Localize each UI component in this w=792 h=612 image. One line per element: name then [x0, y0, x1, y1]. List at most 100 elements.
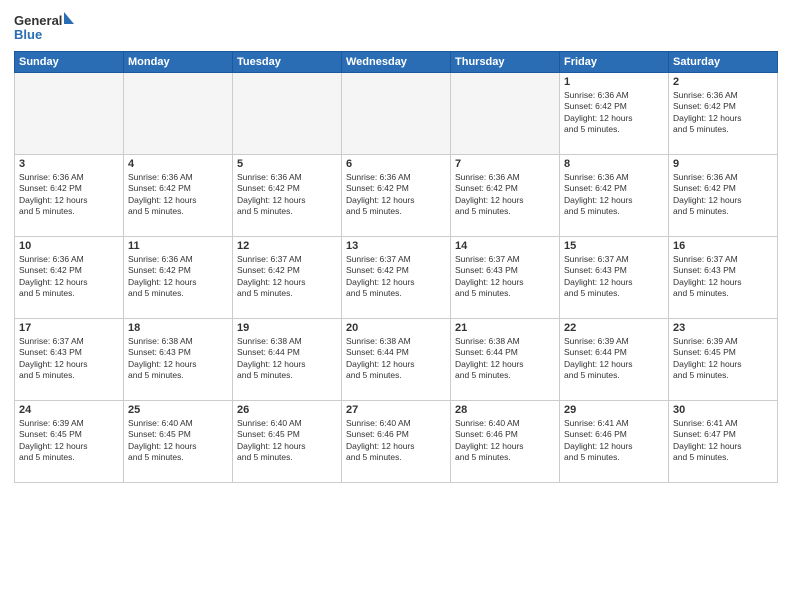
day-cell: 20Sunrise: 6:38 AM Sunset: 6:44 PM Dayli… [342, 319, 451, 401]
day-cell: 11 Sunrise: 6:36 AM Sunset: 6:42 PM Dayli… [124, 237, 233, 319]
day-number: 21 [455, 322, 555, 334]
day-number: 12 [237, 240, 337, 252]
col-header-saturday: Saturday [669, 52, 778, 73]
day-info: Sunrise: 6:37 AM Sunset: 6:43 PM Dayligh… [564, 254, 664, 300]
day-cell: 10 Sunrise: 6:36 AM Sunset: 6:42 PM Dayli… [15, 237, 124, 319]
day-number: 28 [455, 404, 555, 416]
col-header-wednesday: Wednesday [342, 52, 451, 73]
day-info: Sunrise: 6:37 AM Sunset: 6:42 PM Dayligh… [237, 254, 337, 300]
day-cell: 16 Sunrise: 6:37 AM Sunset: 6:43 PM Dayli… [669, 237, 778, 319]
week-row-2: 3 Sunrise: 6:36 AM Sunset: 6:42 PM Daylig… [15, 155, 778, 237]
day-info: Sunrise: 6:36 AM Sunset: 6:42 PM Dayligh… [128, 172, 228, 218]
day-number: 26 [237, 404, 337, 416]
day-info: Sunrise: 6:37 AM Sunset: 6:42 PM Dayligh… [346, 254, 446, 300]
day-cell: 28 Sunrise: 6:40 AM Sunset: 6:46 PM Dayli… [451, 401, 560, 483]
day-cell: 26 Sunrise: 6:40 AM Sunset: 6:45 PM Dayli… [233, 401, 342, 483]
day-cell: 12 Sunrise: 6:37 AM Sunset: 6:42 PM Dayli… [233, 237, 342, 319]
day-number: 24 [19, 404, 119, 416]
logo-svg: GeneralBlue [14, 10, 74, 45]
day-info: Sunrise: 6:39 AM Sunset: 6:45 PM Dayligh… [673, 336, 773, 382]
day-info: Sunrise: 6:36 AM Sunset: 6:42 PM Dayligh… [19, 172, 119, 218]
day-cell: 24Sunrise: 6:39 AM Sunset: 6:45 PM Dayli… [15, 401, 124, 483]
day-info: Sunrise: 6:37 AM Sunset: 6:43 PM Dayligh… [455, 254, 555, 300]
day-info: Sunrise: 6:40 AM Sunset: 6:46 PM Dayligh… [346, 418, 446, 464]
day-info: Sunrise: 6:38 AM Sunset: 6:44 PM Dayligh… [237, 336, 337, 382]
col-header-tuesday: Tuesday [233, 52, 342, 73]
day-number: 1 [564, 76, 664, 88]
day-cell: 22 Sunrise: 6:39 AM Sunset: 6:44 PM Dayli… [560, 319, 669, 401]
day-number: 5 [237, 158, 337, 170]
day-number: 27 [346, 404, 446, 416]
calendar-header-row: SundayMondayTuesdayWednesdayThursdayFrid… [15, 52, 778, 73]
week-row-1: 1 Sunrise: 6:36 AM Sunset: 6:42 PM Daylig… [15, 73, 778, 155]
day-cell: 30 Sunrise: 6:41 AM Sunset: 6:47 PM Dayli… [669, 401, 778, 483]
day-cell: 6 Sunrise: 6:36 AM Sunset: 6:42 PM Daylig… [342, 155, 451, 237]
day-cell [124, 73, 233, 155]
day-number: 10 [19, 240, 119, 252]
day-number: 17 [19, 322, 119, 334]
day-cell: 29 Sunrise: 6:41 AM Sunset: 6:46 PM Dayli… [560, 401, 669, 483]
day-cell: 23 Sunrise: 6:39 AM Sunset: 6:45 PM Dayli… [669, 319, 778, 401]
day-cell: 2 Sunrise: 6:36 AM Sunset: 6:42 PM Daylig… [669, 73, 778, 155]
page-header: GeneralBlue [14, 10, 778, 45]
day-cell: 1 Sunrise: 6:36 AM Sunset: 6:42 PM Daylig… [560, 73, 669, 155]
day-number: 3 [19, 158, 119, 170]
day-number: 11 [128, 240, 228, 252]
day-info: Sunrise: 6:40 AM Sunset: 6:46 PM Dayligh… [455, 418, 555, 464]
day-number: 6 [346, 158, 446, 170]
day-number: 8 [564, 158, 664, 170]
day-info: Sunrise: 6:36 AM Sunset: 6:42 PM Dayligh… [19, 254, 119, 300]
day-info: Sunrise: 6:37 AM Sunset: 6:43 PM Dayligh… [673, 254, 773, 300]
day-cell: 9Sunrise: 6:36 AM Sunset: 6:42 PM Daylig… [669, 155, 778, 237]
week-row-3: 10 Sunrise: 6:36 AM Sunset: 6:42 PM Dayli… [15, 237, 778, 319]
day-cell: 18Sunrise: 6:38 AM Sunset: 6:43 PM Dayli… [124, 319, 233, 401]
calendar-table: SundayMondayTuesdayWednesdayThursdayFrid… [14, 51, 778, 483]
day-info: Sunrise: 6:40 AM Sunset: 6:45 PM Dayligh… [237, 418, 337, 464]
day-cell: 27 Sunrise: 6:40 AM Sunset: 6:46 PM Dayli… [342, 401, 451, 483]
day-info: Sunrise: 6:36 AM Sunset: 6:42 PM Dayligh… [564, 90, 664, 136]
day-info: Sunrise: 6:36 AM Sunset: 6:42 PM Dayligh… [128, 254, 228, 300]
day-number: 9 [673, 158, 773, 170]
day-cell: 14 Sunrise: 6:37 AM Sunset: 6:43 PM Dayli… [451, 237, 560, 319]
day-info: Sunrise: 6:36 AM Sunset: 6:42 PM Dayligh… [564, 172, 664, 218]
day-cell: 19Sunrise: 6:38 AM Sunset: 6:44 PM Dayli… [233, 319, 342, 401]
day-info: Sunrise: 6:38 AM Sunset: 6:44 PM Dayligh… [455, 336, 555, 382]
day-cell [342, 73, 451, 155]
day-number: 18 [128, 322, 228, 334]
day-cell [233, 73, 342, 155]
logo: GeneralBlue [14, 10, 74, 45]
day-info: Sunrise: 6:39 AM Sunset: 6:44 PM Dayligh… [564, 336, 664, 382]
day-number: 22 [564, 322, 664, 334]
day-cell: 7Sunrise: 6:36 AM Sunset: 6:42 PM Daylig… [451, 155, 560, 237]
day-number: 13 [346, 240, 446, 252]
day-info: Sunrise: 6:36 AM Sunset: 6:42 PM Dayligh… [237, 172, 337, 218]
day-number: 30 [673, 404, 773, 416]
day-cell [451, 73, 560, 155]
day-number: 29 [564, 404, 664, 416]
day-cell: 5 Sunrise: 6:36 AM Sunset: 6:42 PM Daylig… [233, 155, 342, 237]
day-cell: 15 Sunrise: 6:37 AM Sunset: 6:43 PM Dayli… [560, 237, 669, 319]
day-cell: 25 Sunrise: 6:40 AM Sunset: 6:45 PM Dayli… [124, 401, 233, 483]
day-number: 23 [673, 322, 773, 334]
day-info: Sunrise: 6:36 AM Sunset: 6:42 PM Dayligh… [346, 172, 446, 218]
svg-text:Blue: Blue [14, 27, 42, 42]
day-number: 2 [673, 76, 773, 88]
day-cell [15, 73, 124, 155]
day-number: 16 [673, 240, 773, 252]
day-info: Sunrise: 6:41 AM Sunset: 6:47 PM Dayligh… [673, 418, 773, 464]
day-cell: 4Sunrise: 6:36 AM Sunset: 6:42 PM Daylig… [124, 155, 233, 237]
week-row-4: 17Sunrise: 6:37 AM Sunset: 6:43 PM Dayli… [15, 319, 778, 401]
week-row-5: 24Sunrise: 6:39 AM Sunset: 6:45 PM Dayli… [15, 401, 778, 483]
day-number: 25 [128, 404, 228, 416]
day-cell: 21 Sunrise: 6:38 AM Sunset: 6:44 PM Dayli… [451, 319, 560, 401]
col-header-sunday: Sunday [15, 52, 124, 73]
day-info: Sunrise: 6:40 AM Sunset: 6:45 PM Dayligh… [128, 418, 228, 464]
day-info: Sunrise: 6:38 AM Sunset: 6:44 PM Dayligh… [346, 336, 446, 382]
day-number: 15 [564, 240, 664, 252]
day-number: 14 [455, 240, 555, 252]
day-info: Sunrise: 6:36 AM Sunset: 6:42 PM Dayligh… [673, 90, 773, 136]
day-cell: 3 Sunrise: 6:36 AM Sunset: 6:42 PM Daylig… [15, 155, 124, 237]
day-info: Sunrise: 6:41 AM Sunset: 6:46 PM Dayligh… [564, 418, 664, 464]
day-cell: 13 Sunrise: 6:37 AM Sunset: 6:42 PM Dayli… [342, 237, 451, 319]
svg-text:General: General [14, 13, 62, 28]
